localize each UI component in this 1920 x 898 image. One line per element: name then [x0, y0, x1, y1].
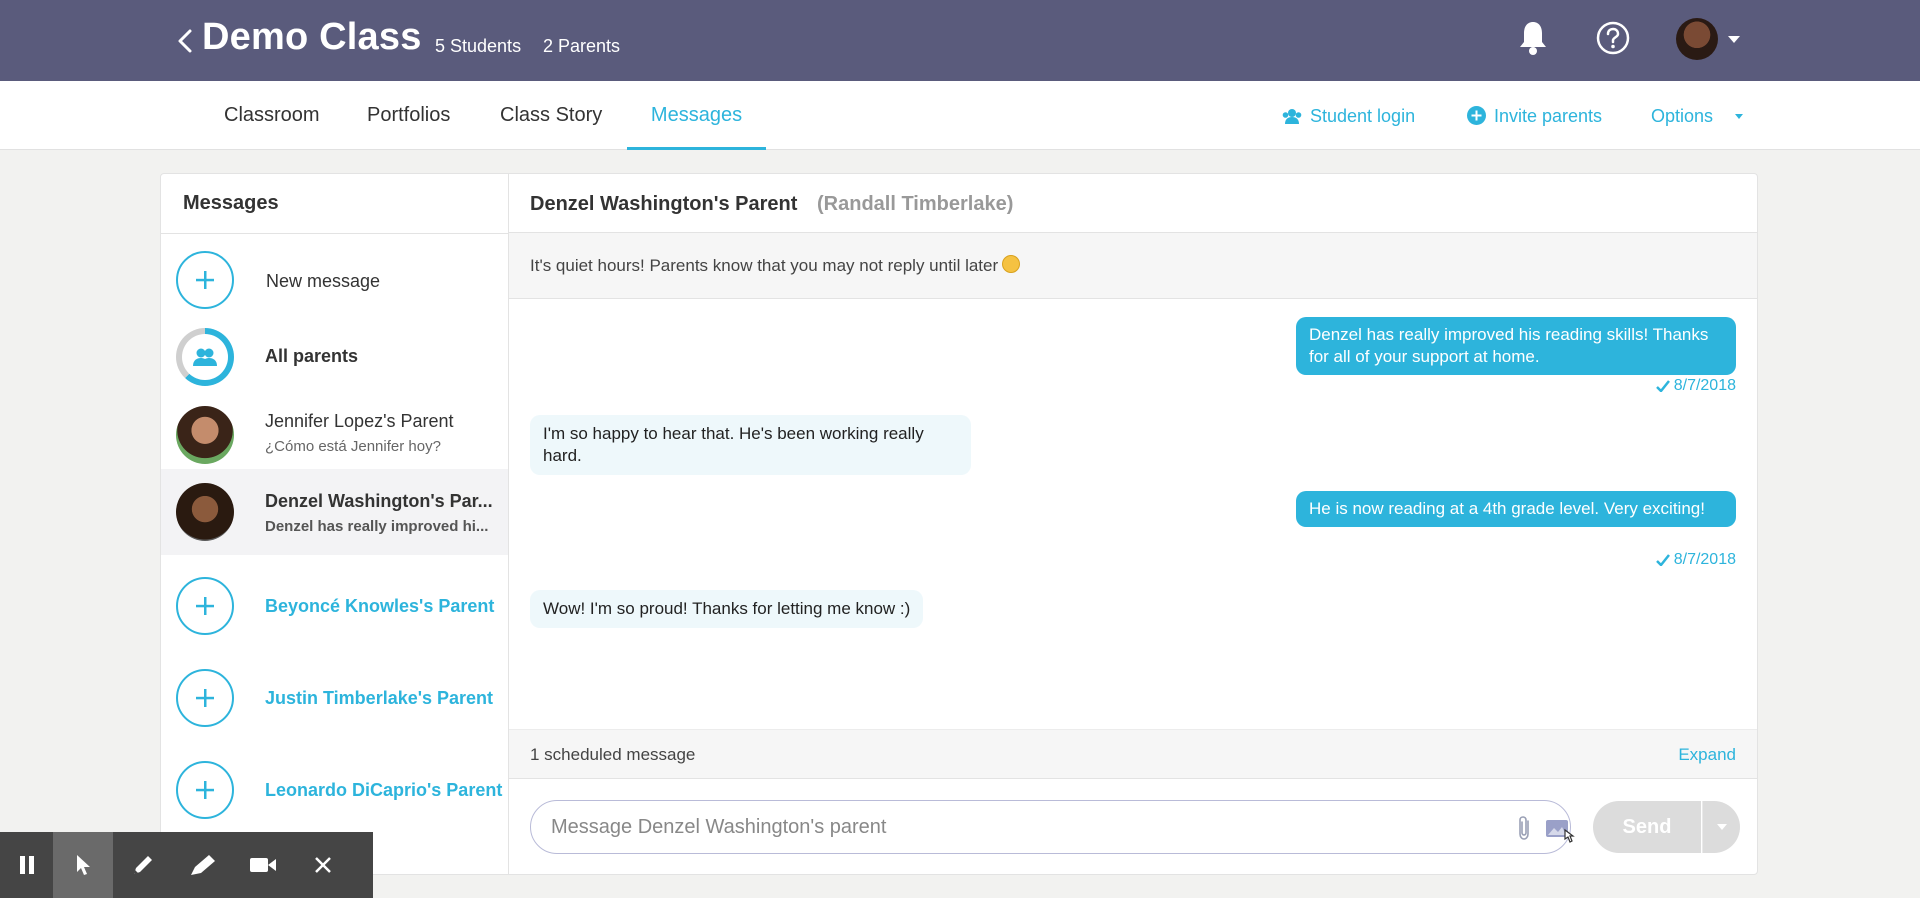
- back-chevron-icon: [178, 29, 192, 53]
- scheduled-count: 1 scheduled message: [530, 745, 696, 764]
- conversation-subtitle: (Randall Timberlake): [817, 193, 1014, 215]
- paperclip-icon[interactable]: [1517, 815, 1533, 846]
- plus-icon: [176, 577, 234, 635]
- pause-icon: [19, 856, 34, 874]
- camera-button[interactable]: [233, 832, 293, 898]
- message-bubble-incoming: I'm so happy to hear that. He's been wor…: [530, 415, 971, 475]
- send-button[interactable]: Send: [1593, 801, 1701, 853]
- student-login-button[interactable]: Student login: [1282, 81, 1415, 150]
- close-recorder-button[interactable]: [293, 832, 353, 898]
- message-bubble-incoming: Wow! I'm so proud! Thanks for letting me…: [530, 590, 924, 628]
- plus-icon: [176, 669, 234, 727]
- message-input[interactable]: [530, 800, 1571, 854]
- message-date: 8/7/2018: [1655, 551, 1736, 569]
- conversation-pane: Denzel Washington's Parent (Randall Timb…: [509, 174, 1757, 874]
- caret-down-icon[interactable]: [1728, 36, 1740, 43]
- messages-panel: Messages New message All parents Jennife…: [160, 173, 1758, 875]
- video-camera-icon: [250, 858, 276, 872]
- highlighter-tool-button[interactable]: [173, 832, 233, 898]
- smile-emoji-icon: [1002, 255, 1021, 273]
- sidebar-item-justin-timberlake[interactable]: Justin Timberlake's Parent: [161, 652, 508, 744]
- image-upload-icon[interactable]: [1545, 817, 1575, 848]
- bell-icon[interactable]: [1518, 20, 1548, 61]
- expand-link[interactable]: Expand: [1678, 745, 1736, 765]
- message-date-label: 8/7/2018: [1673, 551, 1736, 568]
- sidebar-item-leonardo-dicaprio[interactable]: Leonardo DiCaprio's Parent: [161, 744, 508, 836]
- top-header: Demo Class 5 Students 2 Parents: [0, 0, 1920, 81]
- checkmark-icon: [1655, 380, 1670, 392]
- class-title: Demo Class: [202, 16, 422, 58]
- avatar[interactable]: [1676, 18, 1718, 60]
- pointer-tool-button[interactable]: [53, 832, 113, 898]
- sidebar-item-label: Leonardo DiCaprio's Parent: [265, 780, 503, 800]
- all-parents-item[interactable]: All parents: [161, 322, 508, 392]
- caret-down-icon: [1716, 824, 1727, 830]
- highlighter-icon: [191, 855, 215, 875]
- scheduled-messages-bar: 1 scheduled message Expand: [509, 729, 1757, 779]
- pen-tool-button[interactable]: [113, 832, 173, 898]
- students-count[interactable]: 5 Students: [435, 36, 521, 57]
- all-parents-icon: [176, 328, 234, 386]
- message-date: 8/7/2018: [1655, 377, 1736, 395]
- options-label: Options: [1651, 105, 1714, 126]
- quiet-hours-label: It's quiet hours! Parents know that you …: [530, 256, 999, 275]
- avatar: [176, 483, 234, 541]
- pause-button[interactable]: [0, 832, 53, 898]
- message-date-label: 8/7/2018: [1673, 377, 1736, 394]
- sidebar-item-preview: ¿Cómo está Jennifer hoy?: [265, 438, 441, 455]
- all-parents-label: All parents: [265, 346, 359, 366]
- pencil-icon: [134, 856, 152, 874]
- sidebar-title: Messages: [183, 192, 279, 214]
- close-icon: [315, 857, 331, 873]
- quiet-hours-banner: It's quiet hours! Parents know that you …: [509, 233, 1757, 299]
- cursor-icon: [77, 855, 90, 875]
- conversation-list: Messages New message All parents Jennife…: [161, 174, 509, 874]
- message-bubble-outgoing: He is now reading at a 4th grade level. …: [1296, 491, 1736, 527]
- divider: [161, 233, 508, 234]
- message-bubble-outgoing: Denzel has really improved his reading s…: [1296, 317, 1736, 375]
- sidebar-item-jennifer-lopez[interactable]: Jennifer Lopez's Parent ¿Cómo está Jenni…: [161, 392, 508, 478]
- send-options-button[interactable]: [1702, 801, 1740, 853]
- tab-class-story[interactable]: Class Story: [500, 81, 602, 150]
- student-login-label: Student login: [1310, 105, 1416, 126]
- new-message-item[interactable]: New message: [161, 237, 508, 323]
- sidebar-item-label: Denzel Washington's Par...: [265, 491, 493, 511]
- checkmark-icon: [1655, 554, 1670, 566]
- student-login-icon: [1282, 108, 1302, 124]
- parents-count[interactable]: 2 Parents: [543, 36, 620, 57]
- class-nav: Classroom Portfolios Class Story Message…: [0, 81, 1920, 150]
- conversation-title: Denzel Washington's Parent: [530, 193, 798, 215]
- sidebar-item-preview: Denzel has really improved hi...: [265, 518, 489, 535]
- new-message-label: New message: [266, 271, 381, 291]
- plus-icon: [176, 761, 234, 819]
- invite-parents-label: Invite parents: [1494, 105, 1603, 126]
- sidebar-item-label: Justin Timberlake's Parent: [265, 688, 494, 708]
- sidebar-item-denzel-washington[interactable]: Denzel Washington's Par... Denzel has re…: [161, 469, 508, 555]
- plus-circle-icon: [1467, 106, 1486, 125]
- tab-messages[interactable]: Messages: [627, 81, 766, 150]
- sidebar-item-beyonce-knowles[interactable]: Beyoncé Knowles's Parent: [161, 560, 508, 652]
- quiet-hours-text: It's quiet hours! Parents know that you …: [530, 255, 1021, 276]
- invite-parents-button[interactable]: Invite parents: [1467, 81, 1602, 150]
- help-icon[interactable]: [1596, 21, 1630, 60]
- options-dropdown[interactable]: Options: [1651, 81, 1749, 150]
- conversation-header: Denzel Washington's Parent (Randall Timb…: [509, 174, 1757, 233]
- sidebar-item-label: Beyoncé Knowles's Parent: [265, 596, 495, 616]
- tab-portfolios[interactable]: Portfolios: [367, 81, 450, 150]
- back-button[interactable]: [174, 26, 196, 56]
- avatar: [176, 406, 234, 464]
- sidebar-item-label: Jennifer Lopez's Parent: [265, 411, 454, 431]
- recorder-toolbar: [0, 832, 373, 898]
- tab-classroom[interactable]: Classroom: [224, 81, 320, 150]
- plus-icon: [176, 251, 234, 309]
- caret-down-icon: [1735, 113, 1744, 119]
